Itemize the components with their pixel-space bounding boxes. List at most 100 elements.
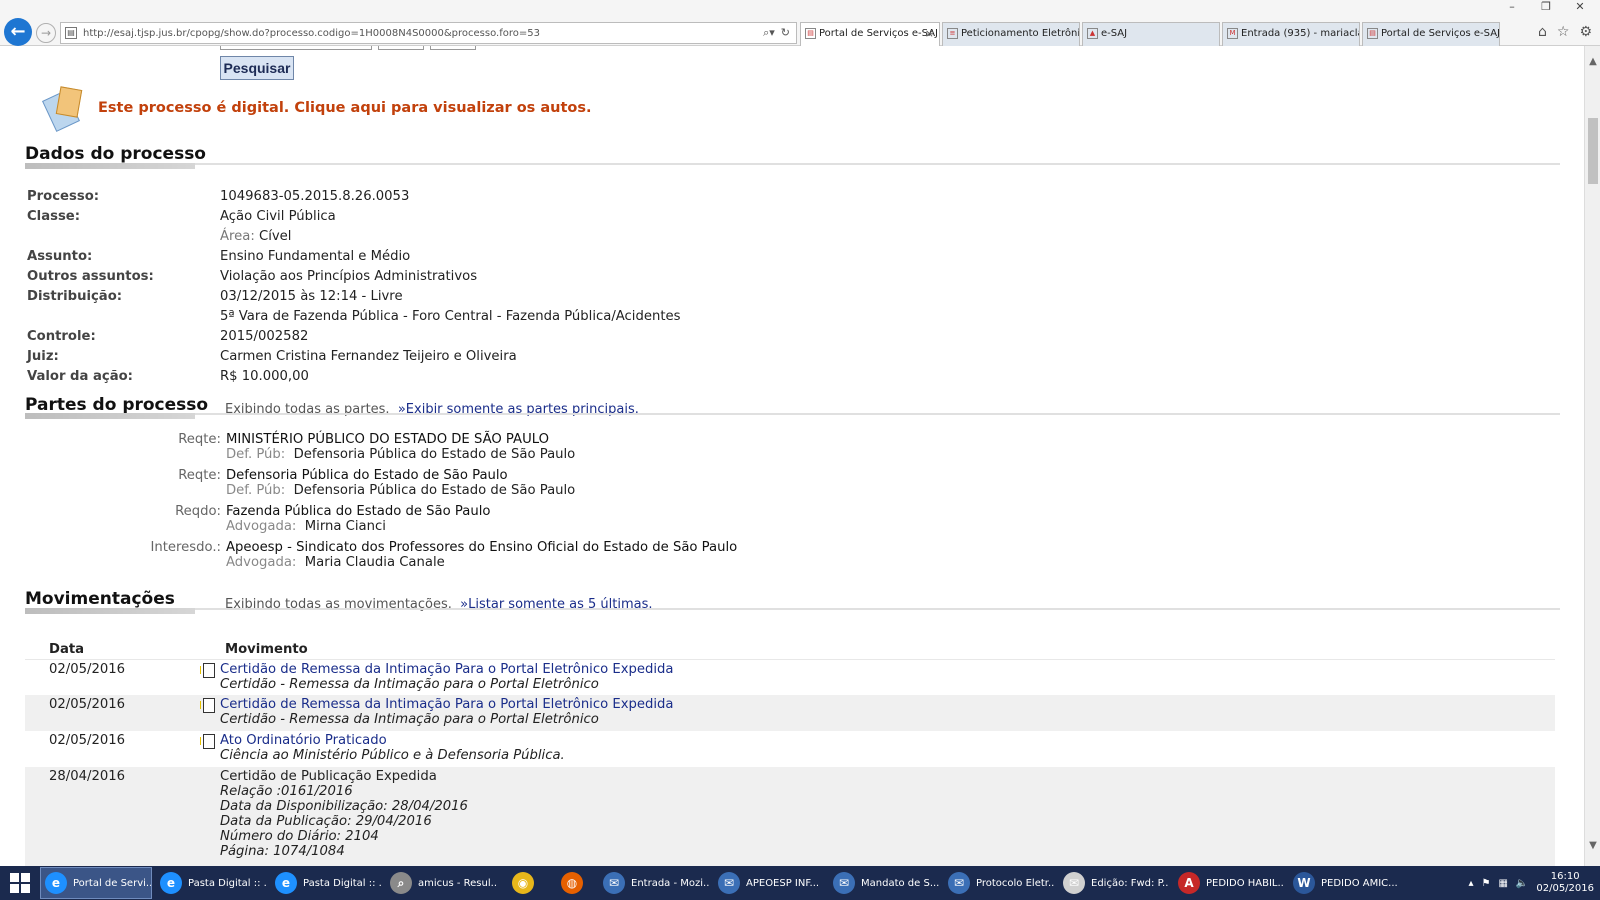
document-icon[interactable] xyxy=(200,734,215,749)
mov-title: Certidão de Publicação Expedida xyxy=(220,769,437,784)
flag-icon: ≡ xyxy=(947,28,958,39)
taskbar-item[interactable]: e Pasta Digital :: ... xyxy=(155,867,267,899)
windows-icon xyxy=(10,873,30,893)
mail-icon: ✉ xyxy=(1063,872,1085,894)
back-arrow-icon[interactable]: ← xyxy=(4,18,32,46)
restore-icon[interactable]: ❐ xyxy=(1536,0,1556,14)
forward-arrow-icon[interactable]: → xyxy=(36,23,56,43)
party-entry: Interesdo.: Apeoesp - Sindicato dos Prof… xyxy=(0,540,1200,574)
label-juiz: Juiz: xyxy=(27,349,59,364)
refresh-icon[interactable]: ↻ xyxy=(781,26,790,40)
label-area: Área: xyxy=(220,229,255,244)
party-entry: Reqdo: Fazenda Pública do Estado de São … xyxy=(0,504,1200,538)
vertical-scrollbar[interactable]: ▲ ▼ xyxy=(1584,46,1600,866)
label-outros-assuntos: Outros assuntos: xyxy=(27,269,154,284)
table-row: 02/05/2016 Certidão de Remessa da Intima… xyxy=(25,659,1555,693)
rep-name: Defensoria Pública do Estado de São Paul… xyxy=(293,483,576,498)
search-input[interactable] xyxy=(220,46,372,50)
mov-title-link[interactable]: Certidão de Remessa da Intimação Para o … xyxy=(220,662,673,677)
page-icon: ▤ xyxy=(805,28,816,39)
close-icon[interactable]: × xyxy=(925,23,934,45)
rep-label: Advogada: xyxy=(226,519,297,534)
minimize-icon[interactable]: – xyxy=(1502,0,1522,14)
mov-description: Certidão - Remessa da Intimação para o P… xyxy=(220,712,599,727)
party-name: Apeoesp - Sindicato dos Professores do E… xyxy=(226,540,738,555)
taskbar-item[interactable]: ✉ Edição: Fwd: P... xyxy=(1058,867,1170,899)
section-divider xyxy=(25,163,1560,169)
home-icon[interactable]: ⌂ xyxy=(1538,24,1547,40)
mov-description: Certidão - Remessa da Intimação para o P… xyxy=(220,677,599,692)
taskbar-item[interactable]: ✉ Entrada - Mozi... xyxy=(598,867,710,899)
thunderbird-icon: ✉ xyxy=(833,872,855,894)
value-juiz: Carmen Cristina Fernandez Teijeiro e Oli… xyxy=(220,349,517,364)
mov-description: Relação :0161/2016 Data da Disponibiliza… xyxy=(220,784,468,859)
star-icon[interactable]: ☆ xyxy=(1557,24,1570,40)
taskbar-item[interactable]: e Pasta Digital :: ... xyxy=(270,867,382,899)
tab-gmail[interactable]: M Entrada (935) - mariaclau... xyxy=(1222,22,1360,46)
url-text[interactable]: http://esaj.tjsp.jus.br/cpopg/show.do?pr… xyxy=(83,28,763,39)
taskbar-item-label: APEOESP INF... xyxy=(746,877,820,889)
mov-title-link[interactable]: Certidão de Remessa da Intimação Para o … xyxy=(220,697,673,712)
taskbar-item[interactable]: W PEDIDO AMIC... xyxy=(1288,867,1400,899)
document-icon[interactable] xyxy=(200,663,215,678)
mov-desc-line: Data da Disponibilização: 28/04/2016 xyxy=(220,799,468,814)
digital-process-notice[interactable]: Este processo é digital. Clique aqui par… xyxy=(42,84,592,132)
digital-notice-link[interactable]: Este processo é digital. Clique aqui par… xyxy=(98,100,592,116)
digital-document-icon xyxy=(42,84,86,132)
search-select-2[interactable] xyxy=(430,46,476,50)
browser-chrome: – ❐ ✕ ← → ▤ http://esaj.tjsp.jus.br/cpop… xyxy=(0,0,1600,46)
volume-icon[interactable]: 🔈 xyxy=(1516,878,1528,889)
scroll-up-icon[interactable]: ▲ xyxy=(1585,56,1600,67)
address-bar[interactable]: ▤ http://esaj.tjsp.jus.br/cpopg/show.do?… xyxy=(60,22,797,44)
search-select[interactable] xyxy=(378,46,424,50)
mov-title-link[interactable]: Ato Ordinatório Praticado xyxy=(220,733,387,748)
taskbar-item[interactable]: ✉ Protocolo Eletr... xyxy=(943,867,1055,899)
value-processo: 1049683-05.2015.8.26.0053 xyxy=(220,189,410,204)
tab-portal-esaj[interactable]: ▤ Portal de Serviços e-SAJ × xyxy=(800,22,940,46)
mov-date: 02/05/2016 xyxy=(49,662,126,677)
ie-icon: e xyxy=(160,872,182,894)
page-icon: ▤ xyxy=(1367,28,1378,39)
taskbar-item[interactable]: ✉ APEOESP INF... xyxy=(713,867,825,899)
tab-esaj[interactable]: ▲ e-SAJ xyxy=(1082,22,1220,46)
taskbar-item[interactable]: ✉ Mandato de S... xyxy=(828,867,940,899)
scroll-thumb[interactable] xyxy=(1588,118,1598,184)
gmail-icon: M xyxy=(1227,28,1238,39)
scroll-down-icon[interactable]: ▼ xyxy=(1585,840,1600,851)
clock[interactable]: 16:10 02/05/2016 xyxy=(1536,871,1594,895)
tab-peticionamento[interactable]: ≡ Peticionamento Eletrônic... xyxy=(942,22,1080,46)
flag-icon[interactable]: ⚑ xyxy=(1481,878,1490,889)
chevron-up-icon[interactable]: ▴ xyxy=(1468,878,1473,889)
party-name: MINISTÉRIO PÚBLICO DO ESTADO DE SÃO PAUL… xyxy=(226,432,549,447)
party-type: Reqte: xyxy=(178,468,221,483)
gear-icon[interactable]: ⚙ xyxy=(1579,24,1592,40)
taskbar-item[interactable]: e Portal de Servi... xyxy=(40,867,152,899)
document-icon[interactable] xyxy=(200,698,215,713)
taskbar-item[interactable]: ◉ xyxy=(500,867,546,899)
tab-portal-esaj-2[interactable]: ▤ Portal de Serviços e-SAJ xyxy=(1362,22,1500,46)
taskbar-item[interactable]: ⌕ amicus - Resul... xyxy=(385,867,497,899)
close-icon[interactable]: ✕ xyxy=(1570,0,1590,14)
mov-desc-line: Número do Diário: 2104 xyxy=(220,829,379,844)
taskbar-item[interactable]: A PEDIDO HABIL... xyxy=(1173,867,1285,899)
search-button[interactable]: Pesquisar xyxy=(220,56,294,80)
taskbar-item-label: Pasta Digital :: ... xyxy=(188,877,267,889)
page-content: Pesquisar Este processo é digital. Cliqu… xyxy=(0,46,1584,866)
start-button[interactable] xyxy=(0,866,40,900)
mov-desc-line: Relação :0161/2016 xyxy=(220,784,353,799)
taskbar-item-label: Protocolo Eletr... xyxy=(976,877,1055,889)
party-type: Reqdo: xyxy=(175,504,221,519)
value-vara: 5ª Vara de Fazenda Pública - Foro Centra… xyxy=(220,309,681,324)
movs-header-data: Data xyxy=(49,642,85,657)
taskbar-item-label: PEDIDO AMIC... xyxy=(1321,877,1398,889)
chrome-icon: ◉ xyxy=(512,872,534,894)
taskbar-item[interactable]: ◍ xyxy=(549,867,595,899)
clock-time: 16:10 xyxy=(1550,871,1580,882)
value-area: Cível xyxy=(259,229,292,244)
page-icon: ▤ xyxy=(65,27,77,39)
label-valor: Valor da ação: xyxy=(27,369,133,384)
search-icon[interactable]: ⌕▾ xyxy=(763,26,775,40)
ie-icon: e xyxy=(45,872,67,894)
taskbar: e Portal de Servi... e Pasta Digital :: ...… xyxy=(0,866,1600,900)
network-icon[interactable]: ▦ xyxy=(1498,878,1507,889)
